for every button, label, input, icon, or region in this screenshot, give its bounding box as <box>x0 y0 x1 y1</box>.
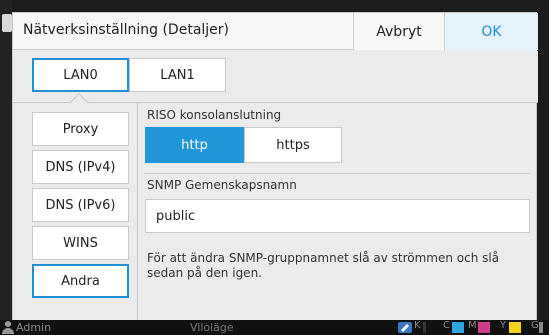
ink-level-m <box>478 322 490 333</box>
ink-level-g <box>539 322 543 333</box>
tab-bar-divider <box>13 102 538 103</box>
tab-lan1[interactable]: LAN1 <box>129 58 226 92</box>
snmp-community-label: SNMP Gemenskapsnamn <box>147 178 297 192</box>
sidebar-item-dns-ipv6[interactable]: DNS (IPv6) <box>32 188 129 222</box>
http-option-button[interactable]: http <box>145 127 244 163</box>
ink-label-y: Y <box>500 320 507 331</box>
ok-button[interactable]: OK <box>444 13 538 50</box>
ink-label-m: M <box>468 320 477 331</box>
snmp-restart-note: För att ändra SNMP-gruppnamnet slå av st… <box>147 251 500 280</box>
sidebar-item-dns-ipv4[interactable]: DNS (IPv4) <box>32 150 129 184</box>
active-tab-pointer <box>69 93 89 113</box>
edit-icon <box>398 322 412 333</box>
ink-label-c: C <box>443 320 450 331</box>
user-name: Admin <box>16 321 52 334</box>
status-bar: Admin Viloläge K C M Y G <box>0 320 549 335</box>
ink-level-k <box>423 322 426 333</box>
ink-level-y <box>509 322 521 333</box>
ink-label-k: K <box>414 320 421 331</box>
ink-level-c <box>452 322 464 333</box>
ink-label-g: G <box>531 320 539 331</box>
sidebar-divider <box>137 103 138 322</box>
sleep-mode-label: Viloläge <box>190 321 234 334</box>
tab-lan0[interactable]: LAN0 <box>32 58 129 92</box>
background-left-strip <box>0 0 12 335</box>
https-option-button[interactable]: https <box>244 127 342 163</box>
dialog-title: Nätverksinställning (Detaljer) <box>23 22 230 38</box>
sidebar-item-andra[interactable]: Andra <box>32 264 129 298</box>
background-app-icon <box>2 14 12 32</box>
cancel-button[interactable]: Avbryt <box>353 13 444 50</box>
console-connection-label: RISO konsolanslutning <box>147 108 282 122</box>
network-settings-dialog: Nätverksinställning (Detaljer) Avbryt OK… <box>12 12 538 322</box>
user-icon <box>2 321 14 334</box>
sidebar-item-wins[interactable]: WINS <box>32 226 129 260</box>
dialog-header: Nätverksinställning (Detaljer) Avbryt OK <box>13 13 538 50</box>
snmp-community-value: public <box>156 208 196 224</box>
sidebar-item-proxy[interactable]: Proxy <box>32 112 129 146</box>
lan-tab-bar: LAN0 LAN1 <box>13 51 538 113</box>
snmp-community-input[interactable]: public <box>145 199 530 233</box>
section-divider <box>144 173 530 174</box>
